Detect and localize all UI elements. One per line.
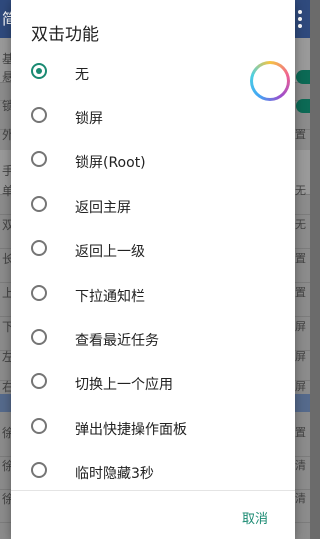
dialog-title: 双击功能: [31, 25, 99, 45]
option-label: 弹出快捷操作面板: [75, 422, 187, 438]
option-label: 临时隐藏3秒: [75, 466, 154, 482]
option-pull-notifications[interactable]: 下拉通知栏: [11, 274, 295, 318]
option-label: 无: [75, 67, 89, 83]
more-menu-icon[interactable]: [298, 10, 306, 31]
radio-icon[interactable]: [31, 107, 47, 123]
radio-icon[interactable]: [31, 151, 47, 167]
cancel-button[interactable]: 取消: [242, 508, 268, 527]
toggle-switch[interactable]: [296, 99, 310, 113]
option-lock-screen-root[interactable]: 锁屏(Root): [11, 140, 295, 184]
option-label: 切换上一个应用: [75, 377, 173, 393]
option-label: 锁屏(Root): [75, 155, 146, 171]
radio-icon[interactable]: [31, 418, 47, 434]
dialog-divider: [11, 490, 295, 491]
floating-ball-icon[interactable]: [250, 61, 290, 101]
radio-icon[interactable]: [31, 462, 47, 478]
radio-icon[interactable]: [31, 329, 47, 345]
option-label: 返回主屏: [75, 200, 131, 216]
option-quick-panel[interactable]: 弹出快捷操作面板: [11, 407, 295, 451]
option-previous-app[interactable]: 切换上一个应用: [11, 362, 295, 406]
radio-icon[interactable]: [31, 240, 47, 256]
option-recent-tasks[interactable]: 查看最近任务: [11, 318, 295, 362]
option-label: 下拉通知栏: [75, 289, 145, 305]
option-hide-3s[interactable]: 临时隐藏3秒: [11, 451, 295, 495]
option-go-back[interactable]: 返回上一级: [11, 229, 295, 273]
option-label: 锁屏: [75, 111, 103, 127]
radio-icon[interactable]: [31, 285, 47, 301]
option-label: 返回上一级: [75, 244, 145, 260]
radio-selected-icon[interactable]: [31, 63, 47, 79]
radio-icon[interactable]: [31, 196, 47, 212]
option-lock-screen[interactable]: 锁屏: [11, 96, 295, 140]
toggle-switch[interactable]: [296, 70, 310, 84]
radio-icon[interactable]: [31, 373, 47, 389]
option-label: 查看最近任务: [75, 333, 159, 349]
option-go-home[interactable]: 返回主屏: [11, 185, 295, 229]
